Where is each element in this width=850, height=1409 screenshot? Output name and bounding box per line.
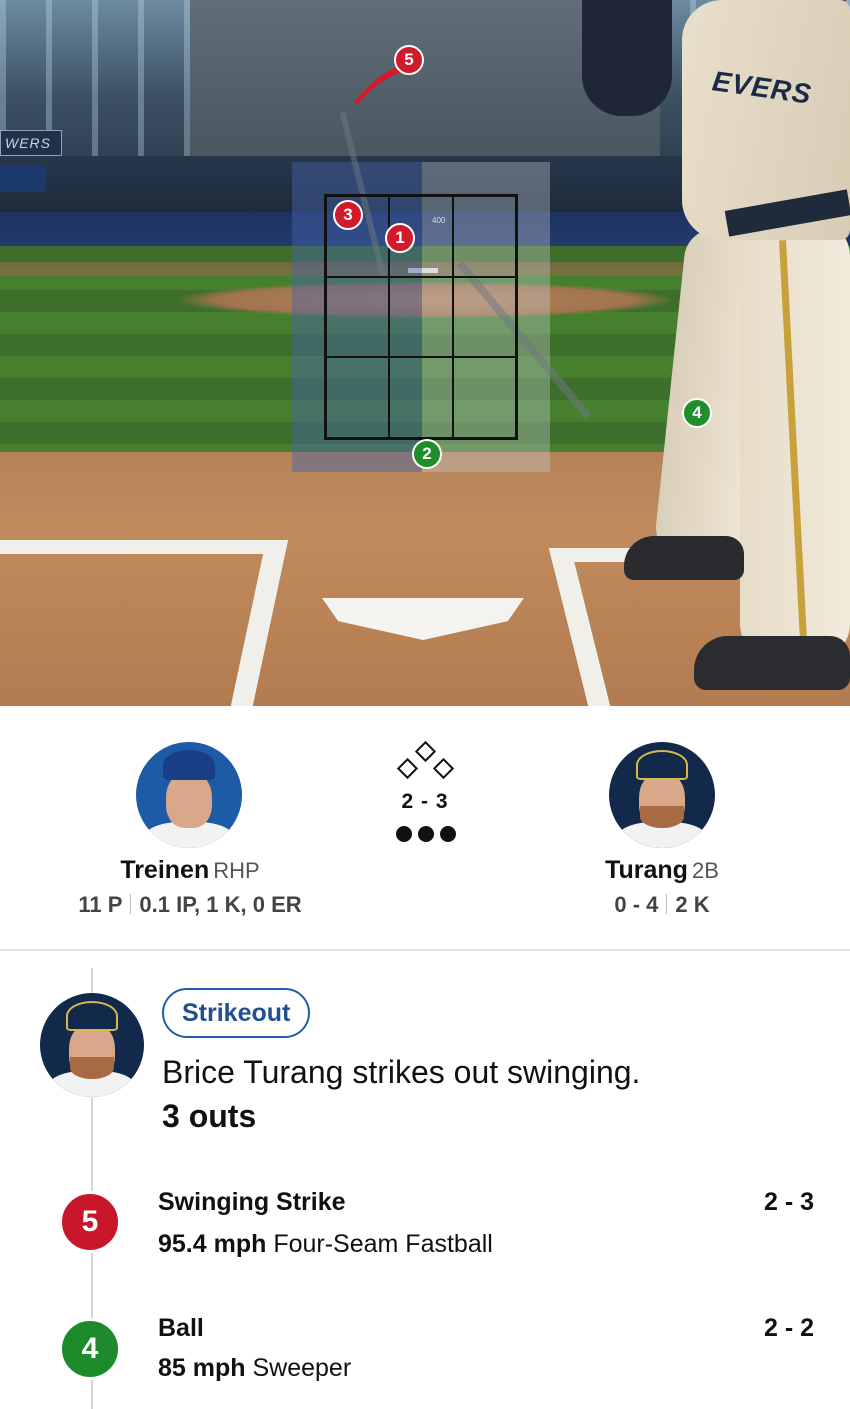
pitcher-line: 0.1 IP, 1 K, 0 ER (139, 892, 302, 917)
stadium-sign: WERS (0, 130, 62, 156)
avatar-face (166, 772, 212, 828)
base-diamond-icon (396, 740, 456, 782)
strike-zone-grid (324, 194, 518, 440)
pitcher-avatar[interactable] (136, 742, 242, 848)
batter-shoe (694, 636, 850, 690)
stadium-sign-text: WERS (5, 135, 51, 151)
distance-marker: 400 (432, 216, 446, 225)
pitch-speed: 95.4 mph (158, 1230, 267, 1258)
batter-strikeouts: 2 K (675, 892, 710, 917)
play-description: Brice Turang strikes out swinging. (162, 1054, 641, 1090)
batter-figure: EVERS (582, 0, 850, 690)
batter-shoe (624, 536, 744, 580)
batter-name-line: Turang 2B (532, 856, 792, 885)
pitch-count: 2 - 2 (763, 1314, 814, 1342)
batter-name: Turang (605, 856, 688, 884)
zone-cell (326, 276, 390, 358)
play-batter-avatar[interactable] (40, 993, 144, 1097)
zone-cell (389, 357, 453, 438)
pitch-field-view: WERS 400 EVERS 5 3 1 4 2 (0, 0, 850, 706)
pitch-marker-1[interactable]: 1 (385, 223, 415, 253)
out-dot (440, 826, 456, 842)
zone-cell (452, 357, 516, 438)
batter-role: 2B (691, 858, 719, 883)
pitch-result: Ball (158, 1314, 204, 1342)
ad-panel (0, 166, 46, 192)
pitch-count: 2 - 3 (763, 1188, 814, 1216)
zone-cell (389, 276, 453, 358)
out-dot (418, 826, 434, 842)
stat-separator (666, 894, 668, 914)
batter-line: 0 - 4 (614, 892, 659, 917)
batter-avatar[interactable] (609, 742, 715, 848)
zone-cell (452, 196, 516, 277)
zone-cell (452, 276, 516, 358)
pitch-number-badge[interactable]: 4 (59, 1318, 121, 1380)
pitch-marker-2[interactable]: 2 (412, 439, 442, 469)
pitcher-stats: 11 P 0.1 IP, 1 K, 0 ER (40, 892, 340, 918)
third-base-icon (396, 757, 419, 780)
outs-indicator (396, 826, 456, 844)
pitch-number-badge[interactable]: 5 (59, 1191, 121, 1253)
pitch-description: 85 mph Sweeper (158, 1354, 351, 1383)
brewers-cap-icon (66, 1001, 118, 1031)
batter-arm (582, 0, 672, 116)
pitch-description: 95.4 mph Four-Seam Fastball (158, 1230, 493, 1259)
avatar-beard (70, 1057, 114, 1079)
pitch-marker-3[interactable]: 3 (333, 200, 363, 230)
pitch-marker-5[interactable]: 5 (394, 45, 424, 75)
pitcher-pitch-count: 11 P (78, 892, 123, 917)
pitch-speed: 85 mph (158, 1354, 246, 1382)
zone-cell (326, 357, 390, 438)
pitcher-role: RHP (213, 858, 260, 883)
dodgers-cap-icon (163, 750, 215, 780)
batter-stats: 0 - 4 2 K (532, 892, 792, 918)
second-base-icon (414, 740, 437, 763)
pitch-result: Swinging Strike (158, 1188, 346, 1216)
pitcher-name: Treinen (120, 856, 210, 884)
ball-strike-count: 2 - 3 (401, 790, 449, 813)
pitcher-name-line: Treinen RHP (60, 856, 320, 885)
avatar-beard (640, 806, 684, 828)
batters-box-left (0, 540, 289, 706)
out-dot (396, 826, 412, 842)
play-outs: 3 outs (162, 1098, 257, 1134)
pitch-marker-4[interactable]: 4 (682, 398, 712, 428)
play-result-badge: Strikeout (162, 988, 311, 1038)
section-divider (0, 949, 850, 951)
pitch-type: Sweeper (252, 1354, 352, 1382)
brewers-cap-icon (636, 750, 688, 780)
pitch-type: Four-Seam Fastball (273, 1230, 493, 1258)
stat-separator (130, 894, 132, 914)
first-base-icon (432, 757, 455, 780)
jersey-lettering: EVERS (710, 65, 814, 110)
